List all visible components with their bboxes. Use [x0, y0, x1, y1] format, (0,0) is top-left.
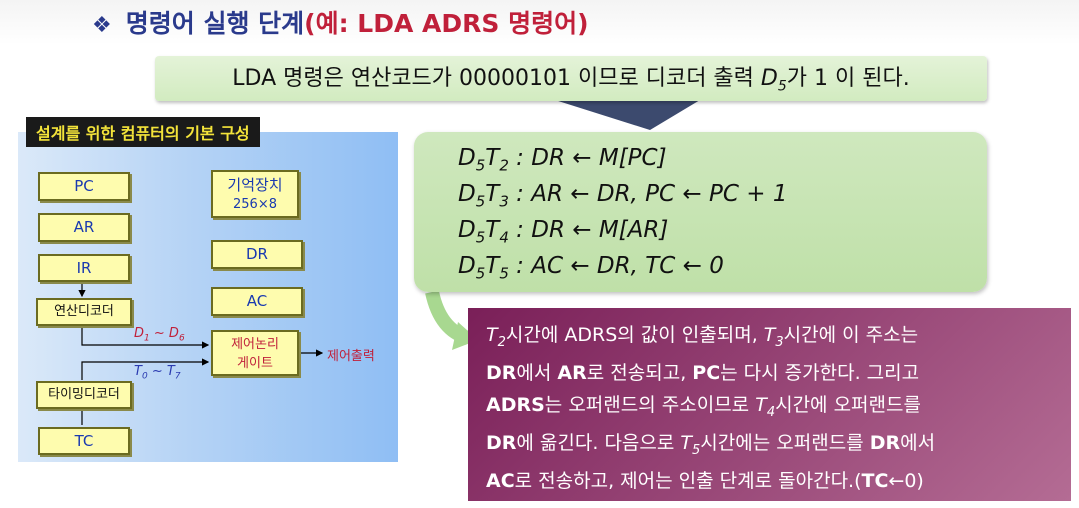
desc-t2-sub: 2 [497, 334, 506, 350]
memory-size: 256×8 [233, 197, 277, 212]
equation-line: D5T4 : DR ← M[AR] [458, 217, 668, 247]
tc-counter: TC [38, 427, 130, 455]
equation-line: D5T3 : AR ← DR, PC ← PC + 1 [458, 181, 787, 211]
eq-d-sub: 5 [475, 156, 486, 175]
desc-t4-sub: 4 [766, 404, 776, 420]
ir-register: IR [38, 254, 130, 282]
desc-text: 시간에 ADRS의 값이 인출되며, [505, 324, 764, 346]
equation-line: D5T2 : DR ← M[PC] [458, 145, 667, 175]
eq-d: D [458, 145, 476, 171]
equation-line: D5T5 : AC ← DR, TC ← 0 [458, 253, 724, 283]
memory-unit: 기억장치 256×8 [211, 170, 299, 218]
eq-d: D [458, 253, 476, 279]
eq-t-sub: 2 [499, 156, 509, 175]
desc-dr: DR [486, 362, 517, 385]
d-range-b-sub: 6 [178, 333, 185, 344]
desc-t5: T [680, 432, 693, 455]
desc-text: 시간에는 오퍼랜드를 [700, 432, 870, 455]
desc-text: 로 전송하고, 제어는 인출 단계로 돌아간다.( [514, 470, 862, 493]
d-range-label: D1 ~ D6 [134, 326, 185, 344]
desc-text: 는 다시 증가한다. 그리고 [720, 362, 920, 385]
desc-tc: TC [861, 470, 889, 493]
ar-register: AR [38, 213, 130, 242]
eq-rest: : AR ← DR, PC ← PC + 1 [508, 181, 788, 207]
t-range-label: T0 ~ T7 [134, 364, 181, 382]
d-range-a: D [134, 326, 145, 341]
dr-register: DR [211, 240, 303, 269]
desc-t3-sub: 3 [775, 334, 784, 350]
eq-rest: : DR ← M[PC] [508, 145, 667, 171]
desc-text: 시간에 이 주소는 [783, 324, 919, 346]
eq-d: D [458, 181, 476, 207]
desc-text: 로 전송되고, [586, 362, 693, 385]
eq-t: T [485, 181, 500, 207]
eq-t: T [485, 217, 500, 243]
desc-text: 시간에 오퍼랜드를 [775, 393, 921, 416]
eq-d-sub: 5 [475, 264, 486, 283]
eq-d-sub: 5 [475, 192, 486, 211]
desc-ar: AR [557, 362, 587, 385]
eq-t: T [485, 145, 500, 171]
logic-label-2: 게이트 [237, 356, 273, 371]
desc-adrs: ADRS [486, 393, 545, 416]
desc-text: 는 오퍼랜드의 주소이므로 [544, 393, 756, 416]
control-output-label: 제어출력 [327, 349, 375, 364]
eq-rest: : DR ← M[AR] [508, 217, 669, 243]
timing-decoder: 타이밍디코더 [36, 381, 132, 409]
desc-text: 에 옮긴다. 다음으로 [516, 432, 681, 455]
ac-register: AC [211, 287, 303, 316]
eq-d-sub: 5 [475, 228, 486, 247]
desc-ac: AC [486, 470, 515, 493]
memory-label: 기억장치 [227, 176, 283, 194]
desc-pc: PC [692, 362, 721, 385]
desc-dr: DR [486, 432, 517, 455]
desc-dr: DR [869, 432, 901, 455]
diagram-title: 설계를 위한 컴퓨터의 기본 구성 [26, 117, 260, 147]
desc-text: ←0) [888, 470, 924, 493]
desc-text: 에서 [516, 362, 558, 385]
t-range-b: T [166, 364, 175, 379]
desc-text: 에서 [900, 432, 936, 455]
eq-t-sub: 3 [499, 192, 509, 211]
d-range-sep: ~ [149, 326, 169, 341]
t-range-a: T [134, 364, 142, 379]
eq-d: D [458, 217, 476, 243]
d-range-b: D [168, 326, 179, 341]
eq-t-sub: 5 [499, 264, 509, 283]
control-logic-gate: 제어논리 게이트 [211, 330, 299, 376]
op-decoder: 연산디코더 [36, 298, 132, 326]
description-box: T2시간에 ADRS의 값이 인출되며, T3시간에 이 주소는 DR에서 AR로… [468, 308, 1071, 501]
eq-t-sub: 4 [499, 228, 509, 247]
t-range-sep: ~ [147, 364, 167, 379]
desc-t4: T [755, 393, 767, 416]
eq-t: T [485, 253, 500, 279]
desc-t2: T [486, 324, 498, 346]
desc-t3: T [763, 324, 776, 346]
logic-label-1: 제어논리 [231, 337, 279, 352]
eq-rest: : AC ← DR, TC ← 0 [508, 253, 724, 279]
t-range-b-sub: 7 [174, 371, 181, 382]
pc-register: PC [38, 172, 130, 201]
